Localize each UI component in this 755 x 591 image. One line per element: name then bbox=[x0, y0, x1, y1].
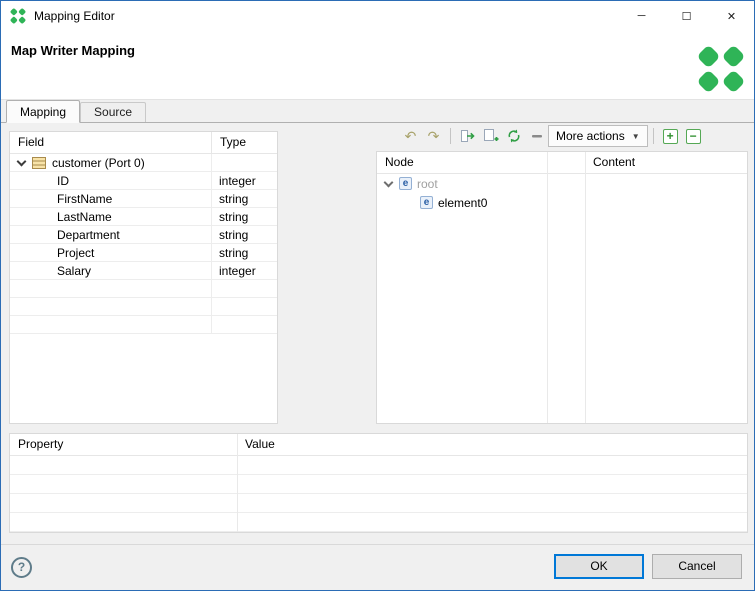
app-clover-icon bbox=[10, 8, 26, 24]
redo-button[interactable]: ↷ bbox=[423, 125, 444, 147]
empty-row bbox=[10, 494, 747, 513]
more-actions-label: More actions bbox=[556, 129, 625, 143]
close-icon: ✕ bbox=[726, 10, 737, 23]
column-header-field[interactable]: Field bbox=[10, 132, 212, 153]
field-type: string bbox=[219, 191, 249, 206]
chevron-down-icon[interactable] bbox=[383, 177, 394, 188]
empty-row bbox=[10, 298, 277, 316]
element-icon: e bbox=[399, 177, 412, 190]
map-fields-button[interactable] bbox=[457, 125, 478, 147]
expand-all-button[interactable]: + bbox=[660, 125, 681, 147]
window-title: Mapping Editor bbox=[34, 9, 115, 23]
column-divider[interactable] bbox=[585, 152, 586, 423]
property-table-header: Property Value bbox=[10, 434, 747, 456]
maximize-button[interactable]: ☐ bbox=[664, 1, 709, 31]
more-actions-button[interactable]: More actions ▼ bbox=[548, 125, 648, 147]
field-type: string bbox=[219, 209, 249, 224]
collapse-all-button[interactable]: − bbox=[683, 125, 704, 147]
column-divider[interactable] bbox=[237, 434, 238, 532]
tree-root-label: customer (Port 0) bbox=[52, 155, 145, 170]
auto-map-button[interactable] bbox=[503, 125, 524, 147]
close-button[interactable]: ✕ bbox=[709, 1, 754, 31]
node-label-element0: element0 bbox=[438, 195, 488, 210]
column-header-content[interactable]: Content bbox=[585, 152, 635, 173]
column-header-spacer bbox=[547, 152, 585, 173]
empty-row bbox=[10, 280, 277, 298]
node-label-root: root bbox=[417, 176, 438, 191]
field-row-salary[interactable]: Salary integer bbox=[10, 262, 277, 280]
field-row-firstname[interactable]: FirstName string bbox=[10, 190, 277, 208]
help-icon: ? bbox=[17, 560, 26, 574]
toolbar-separator bbox=[652, 128, 654, 144]
column-header-property[interactable]: Property bbox=[10, 434, 237, 455]
mapping-editor-dialog: Mapping Editor ─ ☐ ✕ Map Writer Mapping … bbox=[0, 0, 755, 591]
tree-row-customer[interactable]: customer (Port 0) bbox=[10, 154, 277, 172]
column-header-type[interactable]: Type bbox=[212, 132, 246, 153]
empty-row bbox=[10, 513, 747, 532]
tab-source[interactable]: Source bbox=[80, 102, 147, 122]
field-type: integer bbox=[219, 173, 256, 188]
property-table: Property Value bbox=[9, 433, 748, 533]
undo-button[interactable]: ↶ bbox=[400, 125, 421, 147]
tree-row-element0[interactable]: e element0 bbox=[377, 193, 747, 212]
minimize-icon: ─ bbox=[637, 10, 646, 22]
field-row-id[interactable]: ID integer bbox=[10, 172, 277, 190]
title-bar: Mapping Editor ─ ☐ ✕ bbox=[1, 1, 754, 31]
collapse-all-icon: − bbox=[685, 128, 701, 144]
toolbar-separator bbox=[450, 128, 451, 144]
node-table-header: Node Content bbox=[377, 152, 747, 174]
element-icon: e bbox=[420, 196, 433, 209]
maximize-icon: ☐ bbox=[681, 10, 692, 23]
page-title: Map Writer Mapping bbox=[11, 43, 135, 58]
empty-row bbox=[10, 475, 747, 494]
column-header-value[interactable]: Value bbox=[237, 434, 275, 455]
node-table: Node Content e root e element0 bbox=[376, 151, 748, 424]
auto-map-icon bbox=[508, 129, 519, 143]
remove-icon bbox=[531, 135, 542, 138]
minimize-button[interactable]: ─ bbox=[619, 1, 664, 31]
tab-mapping[interactable]: Mapping bbox=[6, 100, 81, 123]
column-divider[interactable] bbox=[547, 152, 548, 423]
ok-button[interactable]: OK bbox=[554, 554, 644, 579]
add-child-element-button[interactable] bbox=[480, 125, 501, 147]
dropdown-caret-icon: ▼ bbox=[631, 131, 640, 141]
cancel-button[interactable]: Cancel bbox=[652, 554, 742, 579]
empty-row bbox=[10, 456, 747, 475]
undo-icon: ↶ bbox=[404, 128, 417, 144]
field-row-lastname[interactable]: LastName string bbox=[10, 208, 277, 226]
help-button[interactable]: ? bbox=[11, 557, 32, 578]
field-type: integer bbox=[219, 263, 256, 278]
field-row-department[interactable]: Department string bbox=[10, 226, 277, 244]
expand-all-icon: + bbox=[662, 128, 678, 144]
dialog-footer: ? OK Cancel bbox=[1, 544, 754, 590]
tab-strip: Mapping Source bbox=[1, 100, 754, 123]
dialog-header: Map Writer Mapping bbox=[1, 31, 754, 100]
chevron-down-icon[interactable] bbox=[16, 156, 27, 167]
mapping-toolbar: ↶ ↷ More actions ▼ + − bbox=[399, 124, 705, 148]
remove-mapping-button[interactable] bbox=[526, 125, 547, 147]
column-header-node[interactable]: Node bbox=[377, 152, 547, 173]
field-type: string bbox=[219, 227, 249, 242]
add-element-icon bbox=[483, 129, 498, 141]
field-table: Field Type customer (Port 0) ID integer … bbox=[9, 131, 278, 424]
field-row-project[interactable]: Project string bbox=[10, 244, 277, 262]
redo-icon: ↷ bbox=[427, 128, 440, 144]
record-icon bbox=[32, 156, 46, 169]
tree-row-root[interactable]: e root bbox=[377, 174, 747, 193]
field-type: string bbox=[219, 245, 249, 260]
map-fields-icon bbox=[460, 130, 475, 142]
field-table-header: Field Type bbox=[10, 132, 277, 154]
clover-logo-icon bbox=[698, 46, 744, 92]
empty-row bbox=[10, 316, 277, 334]
window-controls: ─ ☐ ✕ bbox=[619, 1, 754, 31]
